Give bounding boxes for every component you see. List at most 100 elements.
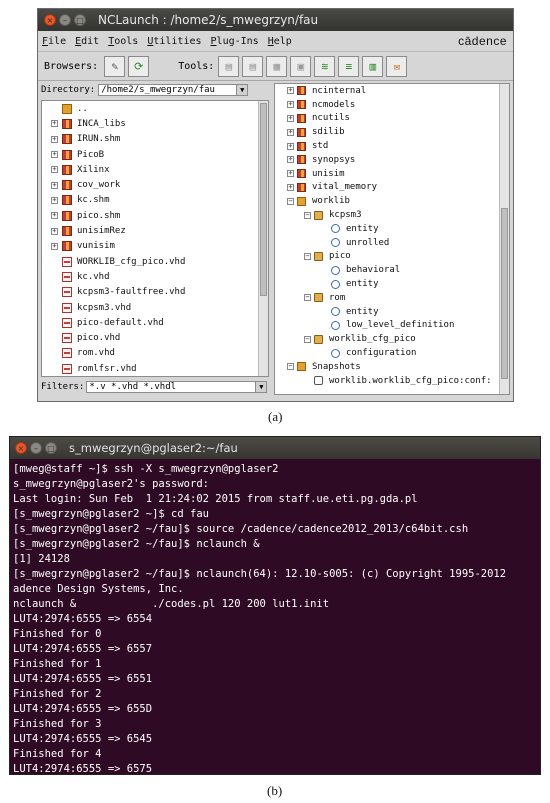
file-list[interactable]: .. + INCA_libs + IRUN.shm + PicoB + Xilinx + cov_w… [41, 100, 269, 377]
file-name: INCA_libs [77, 118, 126, 129]
tree-item[interactable]: configuration [275, 346, 509, 360]
compile-vhdl-icon[interactable]: ▤ [218, 55, 240, 77]
scrollbar[interactable] [499, 84, 509, 394]
minimize-icon[interactable]: – [30, 442, 42, 454]
terminal-output[interactable]: [mweg@staff ~]$ ssh -X s_mwegrzyn@pglase… [10, 459, 540, 774]
library-tree[interactable]: + ncinternal + ncmodels + ncutils + sdilib + std +… [274, 83, 510, 395]
tree-item[interactable]: entity [275, 277, 509, 291]
expand-icon[interactable]: + [51, 227, 58, 235]
file-list-item[interactable]: + unisimRez [42, 223, 268, 238]
expand-icon[interactable]: + [51, 151, 58, 159]
tree-item[interactable]: + ncinternal [275, 84, 509, 98]
file-list-item[interactable]: kc.vhd [42, 269, 268, 284]
file-list-item[interactable]: rom.vhd [42, 346, 268, 361]
tree-item[interactable]: entity [275, 305, 509, 319]
tree-item[interactable]: + sdilib [275, 125, 509, 139]
file-list-item[interactable]: .. [42, 101, 268, 116]
collapse-icon[interactable]: − [304, 335, 311, 343]
expand-icon[interactable]: + [287, 128, 294, 136]
collapse-icon[interactable]: − [304, 252, 311, 260]
tree-item[interactable]: + ncmodels [275, 98, 509, 112]
file-list-item[interactable]: + kc.shm [42, 193, 268, 208]
scrollbar[interactable] [258, 101, 268, 376]
tree-item[interactable]: − kcpsm3 [275, 208, 509, 222]
file-list-item[interactable]: + Xilinx [42, 162, 268, 177]
netlist-icon[interactable]: ✉ [386, 55, 408, 77]
expand-icon[interactable]: + [51, 181, 58, 189]
tree-item[interactable]: − pico [275, 250, 509, 264]
tree-item[interactable]: − Snapshots [275, 360, 509, 374]
file-list-item[interactable]: WORKLIB_cfg_pico.vhd [42, 254, 268, 269]
file-name: WORKLIB_cfg_pico.vhd [77, 256, 186, 267]
menu-tools[interactable]: Tools [108, 36, 138, 47]
hal-icon[interactable]: ≡ [338, 55, 360, 77]
directory-combobox[interactable]: /home2/s_mwegrzyn/fau ▼ [98, 84, 249, 96]
file-list-item[interactable]: kcpsm3.vhd [42, 300, 268, 315]
expand-icon[interactable]: + [287, 114, 294, 122]
menu-edit[interactable]: Edit [75, 36, 99, 47]
file-name: romlfsr.vhd [77, 363, 137, 374]
expand-icon[interactable]: + [51, 242, 58, 250]
file-list-item[interactable]: + PicoB [42, 147, 268, 162]
file-list-item[interactable]: romproba.vhd [42, 376, 268, 377]
menu-help[interactable]: Help [268, 36, 292, 47]
file-list-item[interactable]: + pico.shm [42, 208, 268, 223]
tree-item[interactable]: + vital_memory [275, 181, 509, 195]
tree-item[interactable]: behavioral [275, 263, 509, 277]
terminal-line: [s_mwegrzyn@pglaser2 ~/fau]$ nclaunch & [13, 538, 260, 550]
menu-plug-ins[interactable]: Plug-Ins [211, 36, 259, 47]
tree-item[interactable]: + ncutils [275, 112, 509, 126]
filters-combobox[interactable]: *.v *.vhd *.vhdl ▼ [86, 381, 268, 393]
file-list-item[interactable]: pico-default.vhd [42, 315, 268, 330]
expand-icon[interactable]: + [287, 156, 294, 164]
expand-icon[interactable]: + [287, 101, 294, 109]
file-list-item[interactable]: + IRUN.shm [42, 132, 268, 147]
file-name: cov_work [77, 180, 121, 191]
file-list-item[interactable]: + vunisim [42, 239, 268, 254]
expand-icon[interactable]: + [51, 135, 58, 143]
tree-item[interactable]: worklib.worklib_cfg_pico:conf: [275, 374, 509, 388]
elaborate-icon[interactable]: ▦ [266, 55, 288, 77]
edit-icon[interactable]: ✎ [104, 55, 126, 77]
close-icon[interactable]: × [15, 442, 27, 454]
tree-item[interactable]: − rom [275, 291, 509, 305]
expand-icon[interactable]: + [287, 170, 294, 178]
file-list-item[interactable]: + cov_work [42, 177, 268, 192]
tree-item[interactable]: − worklib_cfg_pico [275, 332, 509, 346]
collapse-icon[interactable]: − [304, 294, 311, 302]
chevron-down-icon[interactable]: ▼ [236, 85, 248, 95]
collapse-icon[interactable]: − [304, 211, 311, 219]
maximize-icon[interactable]: □ [45, 442, 57, 454]
simulate-icon[interactable]: ▣ [290, 55, 312, 77]
chevron-down-icon[interactable]: ▼ [255, 382, 267, 392]
tree-item[interactable]: + std [275, 139, 509, 153]
waveform-icon[interactable]: ≋ [314, 55, 336, 77]
expand-icon[interactable]: + [51, 212, 58, 220]
expand-icon[interactable]: + [51, 196, 58, 204]
file-list-item[interactable]: romlfsr.vhd [42, 361, 268, 376]
file-list-item[interactable]: kcpsm3-faultfree.vhd [42, 285, 268, 300]
menu-utilities[interactable]: Utilities [147, 36, 201, 47]
expand-icon[interactable]: + [51, 166, 58, 174]
expand-icon[interactable]: + [287, 183, 294, 191]
maximize-icon[interactable]: □ [74, 14, 86, 26]
tree-item[interactable]: low_level_definition [275, 319, 509, 333]
tree-item[interactable]: − worklib [275, 194, 509, 208]
collapse-icon[interactable]: − [287, 197, 294, 205]
compile-verilog-icon[interactable]: ▤ [242, 55, 264, 77]
coverage-icon[interactable]: ▥ [362, 55, 384, 77]
expand-icon[interactable]: + [287, 87, 294, 95]
file-list-item[interactable]: + INCA_libs [42, 116, 268, 131]
refresh-icon[interactable]: ⟳ [128, 55, 150, 77]
file-list-item[interactable]: pico.vhd [42, 330, 268, 345]
minimize-icon[interactable]: – [59, 14, 71, 26]
menu-file[interactable]: File [42, 36, 66, 47]
close-icon[interactable]: × [44, 14, 56, 26]
tree-item[interactable]: + unisim [275, 167, 509, 181]
expand-icon[interactable]: + [287, 142, 294, 150]
tree-item[interactable]: entity [275, 222, 509, 236]
expand-icon[interactable]: + [51, 120, 58, 128]
collapse-icon[interactable]: − [287, 363, 294, 371]
tree-item[interactable]: + synopsys [275, 153, 509, 167]
tree-item[interactable]: unrolled [275, 236, 509, 250]
